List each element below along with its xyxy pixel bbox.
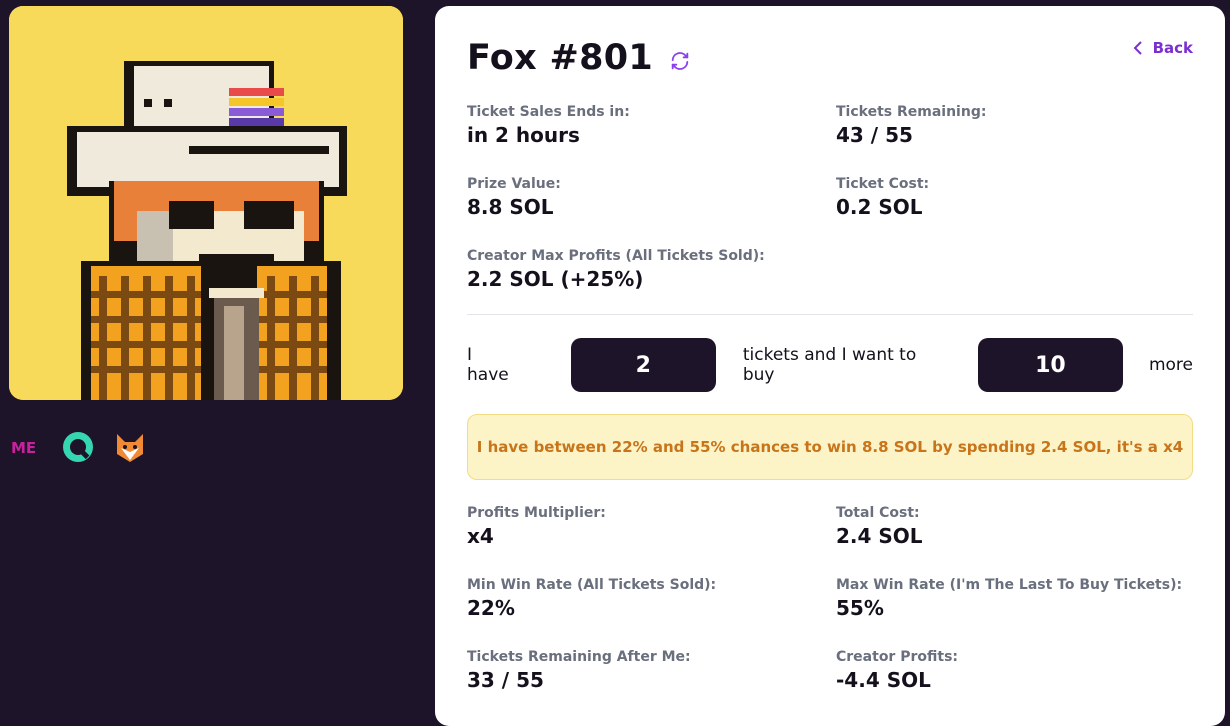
magic-eden-icon[interactable]: ME xyxy=(9,430,43,464)
min-win-stat: Min Win Rate (All Tickets Sold): 22% xyxy=(467,577,716,620)
total-cost-value: 2.4 SOL xyxy=(836,524,923,548)
max-win-label: Max Win Rate (I'm The Last To Buy Ticket… xyxy=(836,577,1183,593)
divider xyxy=(467,314,1193,315)
marketplace-links: ME xyxy=(9,430,147,464)
total-cost-stat: Total Cost: 2.4 SOL xyxy=(836,505,923,548)
prize-value-stat: Prize Value: 8.8 SOL xyxy=(467,176,561,219)
buy-middle-text: tickets and I want to buy xyxy=(742,345,917,385)
title-row: Fox #801 xyxy=(467,38,691,78)
creator-max-stat: Creator Max Profits (All Tickets Sold): … xyxy=(467,248,765,291)
ticket-cost-stat: Ticket Cost: 0.2 SOL xyxy=(836,176,929,219)
creator-max-label: Creator Max Profits (All Tickets Sold): xyxy=(467,248,765,264)
sales-end-label: Ticket Sales Ends in: xyxy=(467,104,630,120)
multiplier-stat: Profits Multiplier: x4 xyxy=(467,505,606,548)
creator-profits-label: Creator Profits: xyxy=(836,649,958,665)
raffle-details-panel: Fox #801 Back Ticket Sales Ends in: in 2… xyxy=(435,6,1225,726)
have-count-input[interactable]: 2 xyxy=(570,338,716,392)
multiplier-value: x4 xyxy=(467,524,494,548)
creator-max-value: 2.2 SOL (+25%) xyxy=(467,267,644,291)
back-label: Back xyxy=(1152,39,1193,57)
tickets-remaining-value: 43 / 55 xyxy=(836,123,913,147)
page-title: Fox #801 xyxy=(467,38,654,78)
have-text: I have xyxy=(467,345,509,385)
sales-end-value: in 2 hours xyxy=(467,123,580,147)
min-win-label: Min Win Rate (All Tickets Sold): xyxy=(467,577,717,593)
tickets-remaining-label: Tickets Remaining: xyxy=(836,104,987,120)
sales-end-stat: Ticket Sales Ends in: in 2 hours xyxy=(467,104,630,147)
max-win-stat: Max Win Rate (I'm The Last To Buy Ticket… xyxy=(836,577,1182,620)
max-win-value: 55% xyxy=(836,596,884,620)
prize-value-label: Prize Value: xyxy=(467,176,561,192)
q-circle-icon[interactable] xyxy=(61,430,95,464)
remaining-after-value: 33 / 55 xyxy=(467,668,544,692)
creator-profits-value: -4.4 SOL xyxy=(836,668,931,692)
creator-profits-stat: Creator Profits: -4.4 SOL xyxy=(836,649,958,692)
svg-text:ME: ME xyxy=(11,439,36,456)
back-button[interactable]: Back xyxy=(1133,39,1193,57)
multiplier-label: Profits Multiplier: xyxy=(467,505,606,521)
min-win-value: 22% xyxy=(467,596,515,620)
ticket-cost-label: Ticket Cost: xyxy=(836,176,930,192)
prize-value-value: 8.8 SOL xyxy=(467,195,554,219)
win-chance-alert: I have between 22% and 55% chances to wi… xyxy=(467,414,1193,480)
nft-image xyxy=(9,6,403,400)
remaining-after-stat: Tickets Remaining After Me: 33 / 55 xyxy=(467,649,691,692)
remaining-after-label: Tickets Remaining After Me: xyxy=(467,649,691,665)
buy-count-input[interactable]: 10 xyxy=(977,338,1123,392)
more-text: more xyxy=(1148,355,1193,375)
ticket-purchase-row: I have 2 tickets and I want to buy 10 mo… xyxy=(467,338,1193,392)
win-chance-message: I have between 22% and 55% chances to wi… xyxy=(476,438,1184,456)
total-cost-label: Total Cost: xyxy=(836,505,920,521)
ticket-cost-value: 0.2 SOL xyxy=(836,195,923,219)
chevron-left-icon xyxy=(1133,41,1142,55)
fox-head-icon[interactable] xyxy=(113,430,147,464)
tickets-remaining-stat: Tickets Remaining: 43 / 55 xyxy=(836,104,986,147)
fox-pixel-art xyxy=(9,6,403,400)
refresh-icon[interactable] xyxy=(669,50,691,72)
